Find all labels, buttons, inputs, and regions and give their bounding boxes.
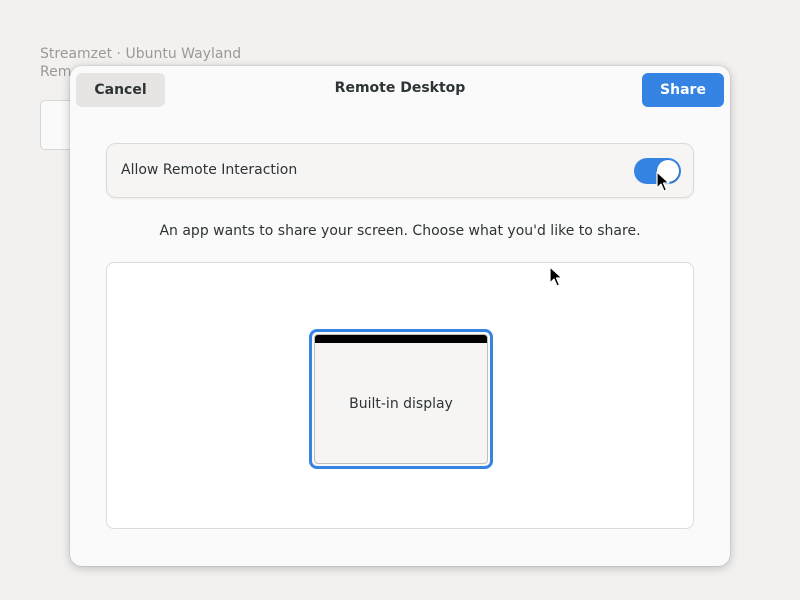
monitor-selection-area: Built-in display bbox=[106, 262, 694, 529]
remote-interaction-row: Allow Remote Interaction bbox=[106, 143, 694, 198]
share-button[interactable]: Share bbox=[642, 73, 724, 107]
dialog-title: Remote Desktop bbox=[334, 80, 466, 96]
background-app-line1: Streamzet · Ubuntu Wayland bbox=[40, 46, 242, 62]
monitor-builtin-display[interactable]: Built-in display bbox=[309, 329, 493, 469]
monitor-screen: Built-in display bbox=[314, 334, 488, 464]
monitor-top-bar bbox=[315, 335, 487, 343]
mouse-pointer-icon bbox=[549, 266, 563, 287]
remote-interaction-label: Allow Remote Interaction bbox=[121, 162, 298, 178]
monitor-label: Built-in display bbox=[349, 396, 453, 412]
mouse-pointer-icon bbox=[656, 171, 670, 192]
remote-desktop-dialog: Cancel Remote Desktop Share Allow Remote… bbox=[70, 66, 730, 566]
share-description: An app wants to share your screen. Choos… bbox=[159, 223, 641, 239]
